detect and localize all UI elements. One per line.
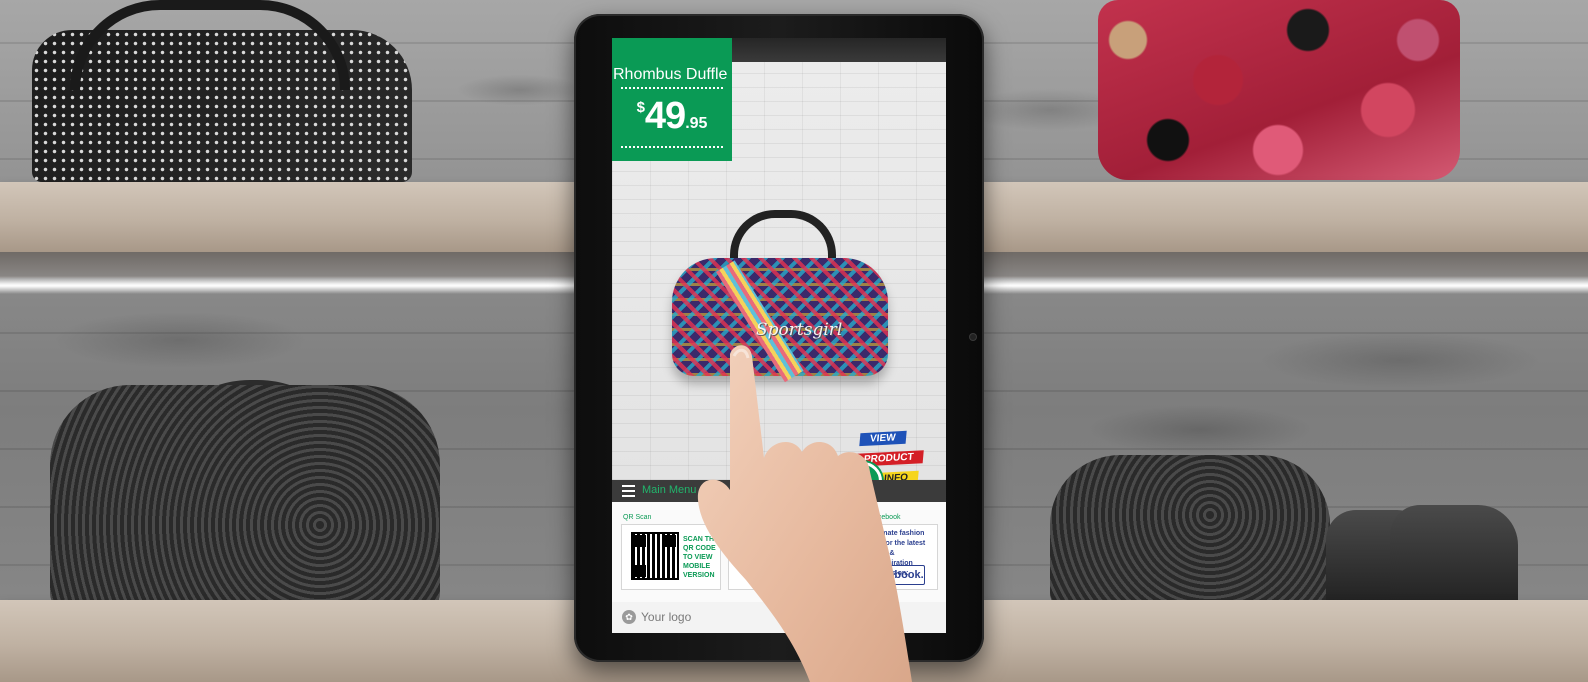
pointing-hand (697, 345, 912, 682)
product-name: Rhombus Duffle (613, 66, 728, 83)
price-tag: Rhombus Duffle $49.95 (612, 38, 732, 161)
rose-handbag (1098, 0, 1460, 180)
sneaker-right (1390, 505, 1518, 613)
price-divider-bottom (621, 146, 723, 148)
qr-card-title: QR Scan (623, 514, 652, 521)
main-menu-label[interactable]: Main Menu (642, 484, 696, 496)
studded-handbag-handle (70, 0, 350, 90)
price-whole: 49 (644, 95, 686, 137)
qr-code-icon (631, 532, 679, 580)
hand-shape (697, 345, 912, 682)
price-currency: $ (636, 99, 645, 116)
price-cents: .95 (685, 115, 708, 132)
hamburger-menu-icon[interactable] (622, 485, 635, 497)
ruffle-handbag-right (1050, 455, 1330, 613)
ruffle-handbag-left (50, 385, 440, 613)
tablet-camera (970, 334, 976, 340)
duffle-brand-logo: Sportsgirl (756, 320, 843, 340)
product-price: $49.95 (612, 89, 732, 143)
logo-text: Your logo (641, 610, 692, 624)
logo-icon: ✿ (622, 610, 636, 624)
